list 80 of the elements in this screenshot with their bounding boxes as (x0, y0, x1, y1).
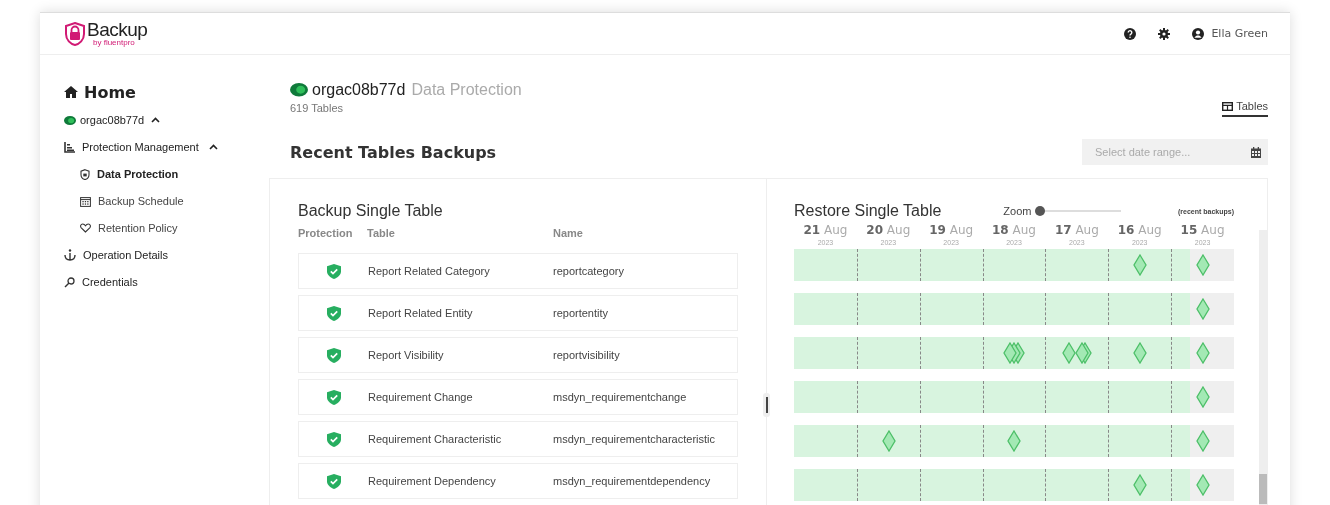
resize-handle[interactable] (763, 393, 770, 417)
nav-subitem[interactable]: Retention Policy (98, 222, 178, 234)
table-cell-text: Report Related Category (368, 265, 491, 277)
organization-item[interactable]: orgac08b77d (80, 114, 145, 126)
column-header: Name (553, 227, 583, 241)
page-title: Data Protection (411, 81, 522, 99)
calendar-icon[interactable] (1251, 147, 1261, 158)
table-cell-text: Requirement Dependency (368, 475, 497, 487)
table-cell: reportvisibility (553, 349, 620, 361)
panel-title: Backup Single Table (298, 201, 444, 221)
chevron-up-icon[interactable] (208, 144, 218, 150)
table-icon (1222, 101, 1234, 111)
zoom-slider[interactable] (1035, 206, 1122, 216)
day-label: 17 Aug (1054, 223, 1099, 238)
shield-lock-icon (80, 168, 90, 180)
backup-marker-icon[interactable] (1196, 298, 1211, 320)
day-label: 21 Aug (803, 223, 848, 238)
day-label: 16 Aug (1117, 223, 1162, 238)
nav-subitem[interactable]: Data Protection (97, 168, 179, 180)
backup-marker-icon[interactable] (1133, 254, 1148, 276)
table-cell: msdyn_requirementdependency (553, 475, 711, 487)
user-name[interactable]: Ella Green (1211, 27, 1268, 40)
backup-stack-icon[interactable] (1003, 342, 1026, 364)
backup-marker-icon[interactable] (1196, 430, 1211, 452)
table-row[interactable]: Requirement Dependency msdyn_requirementdependency (298, 463, 738, 499)
day-label: 18 Aug (992, 223, 1036, 238)
backup-stack-icon[interactable] (1062, 342, 1093, 364)
backup-marker-icon[interactable] (881, 430, 896, 452)
nav-item[interactable]: Credentials (82, 276, 138, 288)
cloud-logo-icon (64, 115, 76, 125)
backup-marker-icon[interactable] (1196, 254, 1211, 276)
table-count: 619 Tables (290, 102, 344, 114)
backup-marker-icon[interactable] (1196, 342, 1211, 364)
day-label: 15 Aug (1180, 223, 1225, 238)
home-link[interactable]: Home (84, 82, 136, 102)
date-range-field[interactable]: Select date range... (1082, 139, 1268, 165)
chart-icon (64, 141, 75, 153)
table-row[interactable]: Requirement Change msdyn_requirementchange (298, 379, 738, 415)
chevron-up-icon[interactable] (151, 117, 161, 123)
logo-byline: by fluentpro (93, 39, 135, 47)
backup-marker-icon[interactable] (1196, 474, 1211, 496)
calendar-icon (80, 195, 91, 207)
table-row[interactable]: Report Visibility reportvisibility (298, 337, 738, 373)
table-cell: msdyn_requirementcharacteristic (553, 433, 715, 445)
organization-name: orgac08b77d (312, 81, 406, 99)
backup-marker-icon[interactable] (1007, 430, 1022, 452)
table-cell-text: Report Visibility (368, 349, 445, 361)
view-tab[interactable]: Tables (1222, 100, 1268, 117)
user-avatar-icon[interactable] (1192, 27, 1205, 40)
column-header: Table (367, 227, 396, 241)
table-cell: msdyn_requirementchange (553, 391, 687, 403)
column-header: Protection (298, 227, 354, 241)
logo-title: Backup (87, 20, 148, 39)
home-icon[interactable] (64, 86, 78, 98)
table-cell-text: Report Related Entity (368, 307, 474, 319)
heart-icon (80, 223, 91, 233)
panel-title: Restore Single Table (794, 201, 942, 221)
backup-marker-icon[interactable] (1133, 342, 1148, 364)
cloud-logo-icon (290, 83, 308, 97)
nav-subitem[interactable]: Backup Schedule (98, 195, 184, 207)
table-row[interactable]: Requirement Characteristic msdyn_requirementcharacteristic (298, 421, 738, 457)
lock-logo-icon (64, 21, 86, 46)
nav-item[interactable]: Protection Management (82, 141, 199, 153)
help-icon[interactable] (1124, 27, 1137, 40)
zoom-label: Zoom (1003, 205, 1032, 217)
backup-marker-icon[interactable] (1196, 386, 1211, 408)
scrollbar[interactable] (1259, 230, 1267, 505)
day-label: 20 Aug (866, 223, 911, 238)
table-cell-text: Requirement Characteristic (368, 433, 503, 445)
table-cell: reportcategory (553, 265, 624, 277)
backup-marker-icon[interactable] (1133, 474, 1148, 496)
nav-item[interactable]: Operation Details (83, 249, 168, 261)
table-row[interactable]: Report Related Category reportcategory (298, 253, 738, 289)
anchor-icon (64, 249, 76, 261)
section-title: Recent Tables Backups (290, 142, 497, 162)
table-row[interactable]: Report Related Entity reportentity (298, 295, 738, 331)
day-label: 19 Aug (929, 223, 974, 238)
table-cell-text: Requirement Change (368, 391, 474, 403)
table-cell: reportentity (553, 307, 609, 319)
settings-icon[interactable] (1158, 27, 1171, 40)
